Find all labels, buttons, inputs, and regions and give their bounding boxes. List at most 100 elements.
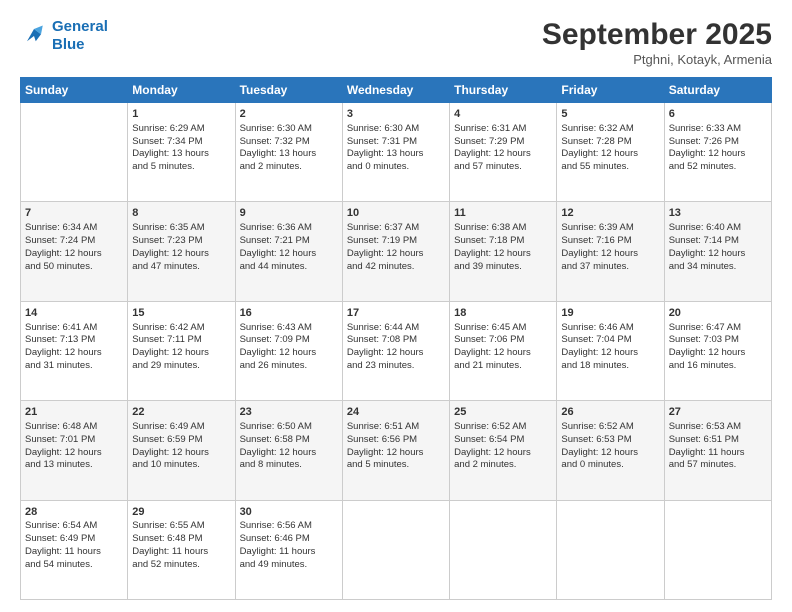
- table-row: 4Sunrise: 6:31 AMSunset: 7:29 PMDaylight…: [450, 103, 557, 202]
- week-row-2: 7Sunrise: 6:34 AMSunset: 7:24 PMDaylight…: [21, 202, 772, 301]
- table-row: 28Sunrise: 6:54 AMSunset: 6:49 PMDayligh…: [21, 500, 128, 599]
- day-info-line: Daylight: 12 hours: [454, 347, 552, 360]
- day-info-line: Sunset: 7:13 PM: [25, 334, 123, 347]
- day-info-line: Sunrise: 6:38 AM: [454, 222, 552, 235]
- day-info-line: and 16 minutes.: [669, 360, 767, 373]
- table-row: [664, 500, 771, 599]
- day-number: 10: [347, 206, 445, 221]
- day-info-line: Sunrise: 6:51 AM: [347, 421, 445, 434]
- day-info-line: and 5 minutes.: [132, 161, 230, 174]
- day-info-line: and 39 minutes.: [454, 261, 552, 274]
- day-info-line: and 34 minutes.: [669, 261, 767, 274]
- day-info-line: and 2 minutes.: [454, 459, 552, 472]
- day-info-line: and 29 minutes.: [132, 360, 230, 373]
- day-info-line: Sunset: 7:21 PM: [240, 235, 338, 248]
- col-tuesday: Tuesday: [235, 78, 342, 103]
- table-row: 8Sunrise: 6:35 AMSunset: 7:23 PMDaylight…: [128, 202, 235, 301]
- day-number: 18: [454, 306, 552, 321]
- day-number: 29: [132, 505, 230, 520]
- day-info-line: Daylight: 12 hours: [561, 347, 659, 360]
- day-info-line: Daylight: 12 hours: [669, 148, 767, 161]
- table-row: 20Sunrise: 6:47 AMSunset: 7:03 PMDayligh…: [664, 301, 771, 400]
- day-info-line: and 49 minutes.: [240, 559, 338, 572]
- day-info-line: Sunrise: 6:48 AM: [25, 421, 123, 434]
- month-title: September 2025: [542, 18, 772, 52]
- day-info-line: Sunrise: 6:50 AM: [240, 421, 338, 434]
- day-info-line: Sunset: 7:29 PM: [454, 136, 552, 149]
- table-row: 29Sunrise: 6:55 AMSunset: 6:48 PMDayligh…: [128, 500, 235, 599]
- week-row-1: 1Sunrise: 6:29 AMSunset: 7:34 PMDaylight…: [21, 103, 772, 202]
- day-info-line: Daylight: 12 hours: [25, 248, 123, 261]
- table-row: 1Sunrise: 6:29 AMSunset: 7:34 PMDaylight…: [128, 103, 235, 202]
- location-subtitle: Ptghni, Kotayk, Armenia: [542, 52, 772, 67]
- day-info-line: Sunset: 7:31 PM: [347, 136, 445, 149]
- day-info-line: Sunset: 6:54 PM: [454, 434, 552, 447]
- table-row: [557, 500, 664, 599]
- day-info-line: Sunset: 7:34 PM: [132, 136, 230, 149]
- table-row: 12Sunrise: 6:39 AMSunset: 7:16 PMDayligh…: [557, 202, 664, 301]
- header-row: Sunday Monday Tuesday Wednesday Thursday…: [21, 78, 772, 103]
- day-info-line: Daylight: 12 hours: [25, 447, 123, 460]
- day-number: 5: [561, 107, 659, 122]
- day-number: 26: [561, 405, 659, 420]
- day-info-line: Daylight: 12 hours: [25, 347, 123, 360]
- day-info-line: and 2 minutes.: [240, 161, 338, 174]
- day-info-line: and 18 minutes.: [561, 360, 659, 373]
- day-info-line: and 44 minutes.: [240, 261, 338, 274]
- day-info-line: Sunrise: 6:29 AM: [132, 123, 230, 136]
- day-info-line: Sunset: 6:58 PM: [240, 434, 338, 447]
- day-info-line: Sunset: 7:16 PM: [561, 235, 659, 248]
- day-info-line: Daylight: 11 hours: [669, 447, 767, 460]
- header: General Blue September 2025 Ptghni, Kota…: [20, 18, 772, 67]
- day-info-line: Sunset: 6:48 PM: [132, 533, 230, 546]
- day-info-line: Sunset: 7:26 PM: [669, 136, 767, 149]
- col-friday: Friday: [557, 78, 664, 103]
- day-info-line: and 37 minutes.: [561, 261, 659, 274]
- day-info-line: Sunrise: 6:52 AM: [561, 421, 659, 434]
- table-row: 15Sunrise: 6:42 AMSunset: 7:11 PMDayligh…: [128, 301, 235, 400]
- day-info-line: and 50 minutes.: [25, 261, 123, 274]
- day-info-line: Sunrise: 6:44 AM: [347, 322, 445, 335]
- day-info-line: and 10 minutes.: [132, 459, 230, 472]
- day-info-line: Daylight: 12 hours: [240, 248, 338, 261]
- week-row-5: 28Sunrise: 6:54 AMSunset: 6:49 PMDayligh…: [21, 500, 772, 599]
- day-info-line: Sunrise: 6:46 AM: [561, 322, 659, 335]
- day-number: 15: [132, 306, 230, 321]
- day-info-line: Daylight: 12 hours: [240, 447, 338, 460]
- day-info-line: Sunset: 7:24 PM: [25, 235, 123, 248]
- day-info-line: Sunset: 6:56 PM: [347, 434, 445, 447]
- calendar-table: Sunday Monday Tuesday Wednesday Thursday…: [20, 77, 772, 600]
- col-monday: Monday: [128, 78, 235, 103]
- table-row: 11Sunrise: 6:38 AMSunset: 7:18 PMDayligh…: [450, 202, 557, 301]
- day-info-line: and 57 minutes.: [669, 459, 767, 472]
- day-info-line: Daylight: 13 hours: [132, 148, 230, 161]
- day-info-line: Daylight: 12 hours: [347, 347, 445, 360]
- day-info-line: Daylight: 12 hours: [132, 248, 230, 261]
- day-info-line: Sunrise: 6:35 AM: [132, 222, 230, 235]
- day-info-line: Sunrise: 6:49 AM: [132, 421, 230, 434]
- day-info-line: Daylight: 12 hours: [132, 347, 230, 360]
- day-info-line: Sunset: 6:51 PM: [669, 434, 767, 447]
- day-info-line: Sunset: 7:09 PM: [240, 334, 338, 347]
- table-row: 26Sunrise: 6:52 AMSunset: 6:53 PMDayligh…: [557, 401, 664, 500]
- table-row: 2Sunrise: 6:30 AMSunset: 7:32 PMDaylight…: [235, 103, 342, 202]
- week-row-3: 14Sunrise: 6:41 AMSunset: 7:13 PMDayligh…: [21, 301, 772, 400]
- day-info-line: Daylight: 11 hours: [240, 546, 338, 559]
- table-row: [450, 500, 557, 599]
- day-info-line: Sunrise: 6:45 AM: [454, 322, 552, 335]
- week-row-4: 21Sunrise: 6:48 AMSunset: 7:01 PMDayligh…: [21, 401, 772, 500]
- table-row: [21, 103, 128, 202]
- day-info-line: Sunset: 7:04 PM: [561, 334, 659, 347]
- day-info-line: Sunrise: 6:56 AM: [240, 520, 338, 533]
- logo-icon: [20, 22, 48, 50]
- day-info-line: and 5 minutes.: [347, 459, 445, 472]
- day-info-line: Daylight: 12 hours: [454, 447, 552, 460]
- day-number: 14: [25, 306, 123, 321]
- day-info-line: and 0 minutes.: [561, 459, 659, 472]
- day-info-line: Sunset: 6:49 PM: [25, 533, 123, 546]
- day-number: 6: [669, 107, 767, 122]
- day-info-line: Sunset: 7:32 PM: [240, 136, 338, 149]
- day-info-line: Daylight: 13 hours: [240, 148, 338, 161]
- day-info-line: Daylight: 12 hours: [347, 447, 445, 460]
- col-sunday: Sunday: [21, 78, 128, 103]
